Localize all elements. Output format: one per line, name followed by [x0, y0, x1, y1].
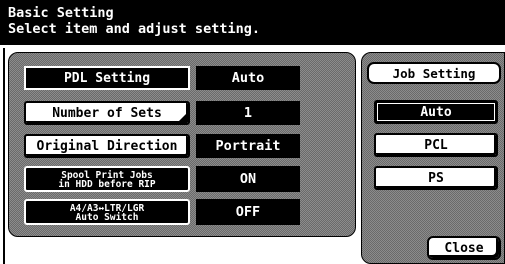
job-option-pcl-button[interactable]: PCL: [374, 133, 498, 157]
header-bar: Basic Setting Select item and adjust sett…: [0, 0, 505, 45]
pdl-setting-label: PDL Setting: [24, 66, 190, 90]
paper-auto-switch-value: OFF: [196, 199, 300, 225]
number-of-sets-label: Number of Sets: [52, 105, 162, 121]
spool-label-line2: in HDD before RIP: [58, 178, 156, 190]
original-direction-button[interactable]: Original Direction: [24, 134, 190, 158]
job-option-pcl-label: PCL: [424, 137, 448, 153]
original-direction-value: Portrait: [196, 134, 300, 158]
close-button-label: Close: [444, 240, 484, 256]
screen-instruction: Select item and adjust setting.: [8, 21, 260, 37]
job-option-ps-button[interactable]: PS: [374, 166, 498, 190]
screen-title: Basic Setting: [8, 5, 114, 21]
spool-print-jobs-value: ON: [196, 166, 300, 192]
corner-indicator-icon: [179, 114, 186, 121]
job-option-ps-label: PS: [428, 170, 444, 186]
job-option-auto-label: Auto: [420, 104, 452, 120]
close-button[interactable]: Close: [427, 236, 501, 260]
number-of-sets-button[interactable]: Number of Sets: [24, 101, 190, 125]
spool-print-jobs-button[interactable]: Spool Print Jobs in HDD before RIP: [24, 166, 190, 192]
paper-switch-label-line2: Auto Switch: [75, 211, 139, 223]
number-of-sets-value: 1: [196, 101, 300, 125]
job-setting-title: Job Setting: [367, 62, 501, 84]
paper-auto-switch-button[interactable]: A4/A3↔LTR/LGR Auto Switch: [24, 199, 190, 225]
job-option-auto-button[interactable]: Auto: [374, 100, 498, 124]
original-direction-label: Original Direction: [36, 138, 178, 154]
pdl-setting-value: Auto: [196, 66, 300, 90]
frame-left-edge: [3, 48, 5, 264]
